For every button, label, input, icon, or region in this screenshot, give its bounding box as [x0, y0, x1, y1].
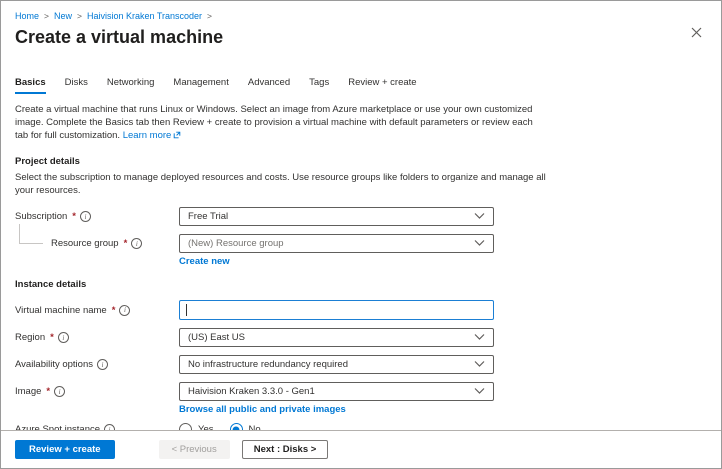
- image-select[interactable]: Haivision Kraken 3.3.0 - Gen1: [179, 382, 494, 401]
- breadcrumb-home[interactable]: Home: [15, 11, 39, 21]
- resource-group-label: Resource group: [51, 238, 119, 249]
- tab-networking[interactable]: Networking: [107, 77, 155, 94]
- tab-management[interactable]: Management: [173, 77, 228, 94]
- breadcrumb-new[interactable]: New: [54, 11, 72, 21]
- region-row: Region * (US) East US: [15, 328, 705, 347]
- chevron-down-icon: [474, 332, 485, 343]
- breadcrumb-separator: >: [207, 11, 212, 21]
- resource-group-row: Resource group * (New) Resource group: [15, 234, 705, 253]
- tab-review-create[interactable]: Review + create: [348, 77, 416, 94]
- required-asterisk: *: [112, 305, 116, 316]
- tab-disks[interactable]: Disks: [65, 77, 88, 94]
- availability-options-select[interactable]: No infrastructure redundancy required: [179, 355, 494, 374]
- text-cursor: [186, 304, 187, 316]
- info-icon[interactable]: [54, 386, 65, 397]
- instance-details-heading: Instance details: [15, 279, 705, 290]
- required-asterisk: *: [50, 332, 54, 343]
- subscription-value: Free Trial: [188, 211, 228, 222]
- page-title: Create a virtual machine: [15, 27, 705, 48]
- resource-group-value: (New) Resource group: [188, 238, 284, 249]
- vm-name-row: Virtual machine name *: [15, 300, 705, 320]
- info-icon[interactable]: [131, 238, 142, 249]
- footer-bar: Review + create < Previous Next : Disks …: [1, 430, 721, 468]
- learn-more-label: Learn more: [123, 130, 172, 141]
- info-icon[interactable]: [58, 332, 69, 343]
- breadcrumb: Home > New > Haivision Kraken Transcoder…: [15, 11, 705, 21]
- subscription-label: Subscription: [15, 211, 67, 222]
- project-details-heading: Project details: [15, 156, 705, 167]
- project-details-description: Select the subscription to manage deploy…: [15, 172, 547, 197]
- external-link-icon: [173, 130, 181, 143]
- region-label: Region: [15, 332, 45, 343]
- chevron-down-icon: [474, 211, 485, 222]
- image-value: Haivision Kraken 3.3.0 - Gen1: [188, 386, 315, 397]
- chevron-down-icon: [474, 359, 485, 370]
- create-new-link[interactable]: Create new: [179, 256, 705, 267]
- availability-options-row: Availability options No infrastructure r…: [15, 355, 705, 374]
- info-icon[interactable]: [119, 305, 130, 316]
- resource-group-select[interactable]: (New) Resource group: [179, 234, 494, 253]
- availability-options-value: No infrastructure redundancy required: [188, 359, 348, 370]
- tab-basics[interactable]: Basics: [15, 77, 46, 94]
- tab-bar: Basics Disks Networking Management Advan…: [15, 77, 705, 94]
- tab-tags[interactable]: Tags: [309, 77, 329, 94]
- region-select[interactable]: (US) East US: [179, 328, 494, 347]
- breadcrumb-separator: >: [77, 11, 82, 21]
- intro-body: Create a virtual machine that runs Linux…: [15, 104, 533, 141]
- review-create-button[interactable]: Review + create: [15, 440, 115, 459]
- required-asterisk: *: [46, 386, 50, 397]
- region-value: (US) East US: [188, 332, 245, 343]
- breadcrumb-separator: >: [44, 11, 49, 21]
- next-disks-button[interactable]: Next : Disks >: [242, 440, 329, 459]
- subscription-select[interactable]: Free Trial: [179, 207, 494, 226]
- learn-more-link[interactable]: Learn more: [123, 130, 182, 141]
- availability-options-label: Availability options: [15, 359, 93, 370]
- browse-images-link[interactable]: Browse all public and private images: [179, 404, 705, 415]
- tab-advanced[interactable]: Advanced: [248, 77, 290, 94]
- intro-text: Create a virtual machine that runs Linux…: [15, 103, 547, 143]
- image-label: Image: [15, 386, 41, 397]
- chevron-down-icon: [474, 238, 485, 249]
- subscription-row: Subscription * Free Trial: [15, 207, 705, 226]
- create-vm-blade: Home > New > Haivision Kraken Transcoder…: [0, 0, 722, 469]
- close-icon[interactable]: [689, 25, 703, 39]
- required-asterisk: *: [72, 211, 76, 222]
- previous-button[interactable]: < Previous: [159, 440, 230, 459]
- hierarchy-connector: [19, 224, 43, 244]
- info-icon[interactable]: [97, 359, 108, 370]
- vm-name-input[interactable]: [179, 300, 494, 320]
- image-row: Image * Haivision Kraken 3.3.0 - Gen1: [15, 382, 705, 401]
- info-icon[interactable]: [80, 211, 91, 222]
- vm-name-label: Virtual machine name: [15, 305, 107, 316]
- breadcrumb-haivision-kraken-transcoder[interactable]: Haivision Kraken Transcoder: [87, 11, 202, 21]
- chevron-down-icon: [474, 386, 485, 397]
- required-asterisk: *: [124, 238, 128, 249]
